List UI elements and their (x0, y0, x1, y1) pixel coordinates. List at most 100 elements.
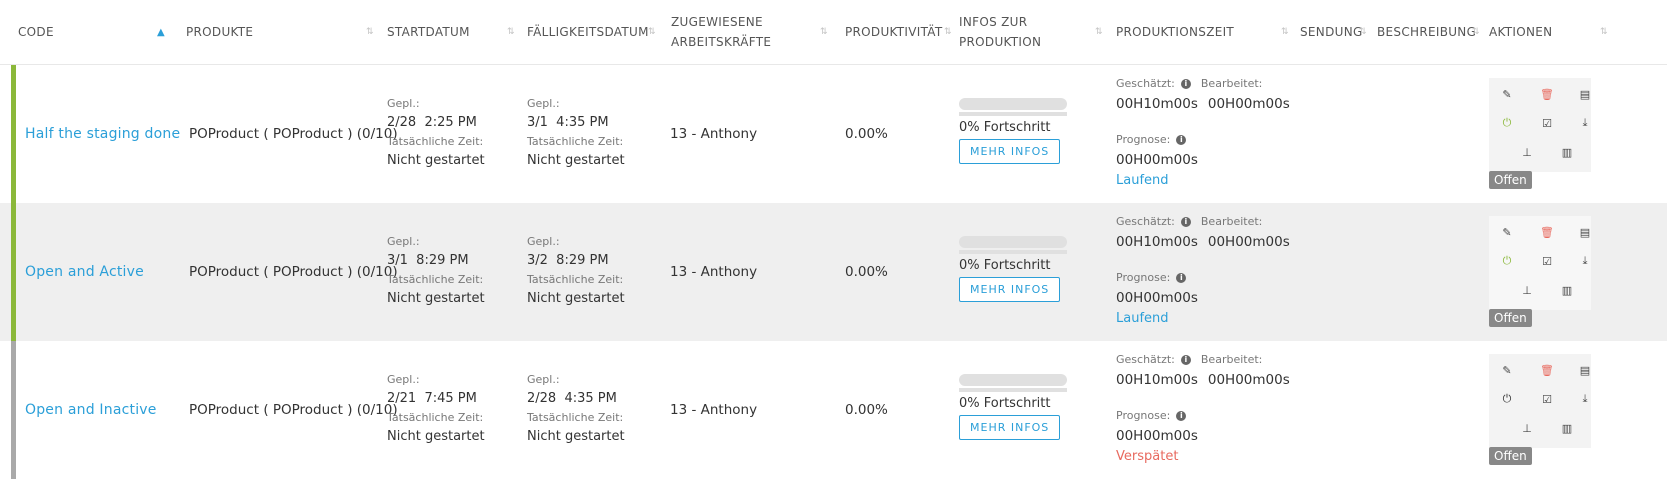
start-actual-value: Nicht gestartet (387, 429, 485, 444)
more-info-button[interactable]: MEHR INFOS (959, 277, 1061, 302)
estimated-value: 00H10m00s (1116, 234, 1198, 250)
edit-icon[interactable]: ✎ (1499, 224, 1515, 240)
header-prodtime[interactable]: PRODUKTIONSZEIT (1116, 0, 1234, 64)
status-stripe (11, 341, 16, 479)
sort-icon[interactable]: ⇅ (1359, 0, 1367, 64)
info-icon[interactable]: i (1176, 135, 1187, 145)
actual-label: Tatsächliche Zeit: (387, 411, 484, 424)
info-icon[interactable]: i (1176, 411, 1187, 421)
status-badge: Offen (1489, 447, 1532, 465)
header-description[interactable]: BESCHREIBUNG (1377, 0, 1476, 64)
more-info-button[interactable]: MEHR INFOS (959, 139, 1061, 164)
delete-icon[interactable]: 🗑 (1539, 224, 1555, 240)
sort-icon[interactable]: ⇅ (1600, 0, 1608, 64)
download-icon[interactable]: ⤓ (1577, 115, 1593, 131)
worked-label-wrap: Bearbeitet: (1201, 351, 1262, 369)
start-date-cell: Gepl.: 2/21 7:45 PM Tatsächliche Zeit: N… (387, 371, 485, 447)
power-icon[interactable]: ⏻ (1499, 115, 1515, 131)
document-icon[interactable]: ▤ (1577, 224, 1593, 240)
sort-icon[interactable]: ⇅ (648, 0, 656, 64)
table-row[interactable]: Half the staging done POProduct ( POProd… (0, 65, 1667, 203)
sort-icon[interactable]: ⇅ (1281, 0, 1289, 64)
info-icon[interactable]: i (1180, 355, 1191, 365)
planned-label: Gepl.: (527, 373, 560, 386)
header-due-label: FÄLLIGKEITSDATUM (527, 25, 649, 39)
header-info-label: INFOS ZUR PRODUKTION (959, 15, 1042, 49)
due-planned-value: 3/2 8:29 PM (527, 253, 609, 268)
status-stripe (11, 203, 16, 341)
table-header: CODE ▲ PRODUKTE ⇅ STARTDATUM ⇅ FÄLLIGKEI… (0, 0, 1667, 65)
estimated-label: Geschätzt: (1116, 215, 1175, 228)
status-text: Verspätet (1116, 449, 1179, 464)
estimated-value: 00H10m00s (1116, 96, 1198, 112)
order-code-link[interactable]: Half the staging done (25, 65, 180, 203)
header-productivity[interactable]: PRODUKTIVITÄT (845, 0, 943, 64)
sort-icon[interactable]: ⇅ (820, 0, 828, 64)
header-info[interactable]: INFOS ZUR PRODUKTION (959, 0, 1041, 64)
header-due[interactable]: FÄLLIGKEITSDATUM (527, 0, 649, 64)
due-date-cell: Gepl.: 3/2 8:29 PM Tatsächliche Zeit: Ni… (527, 233, 625, 309)
check-icon[interactable]: ☑ (1539, 253, 1555, 269)
edit-icon[interactable]: ✎ (1499, 362, 1515, 378)
due-planned-value: 2/28 4:35 PM (527, 391, 617, 406)
table-row[interactable]: Open and Active POProduct ( POProduct ) … (0, 203, 1667, 341)
product-cell: POProduct ( POProduct ) (0/10) (189, 264, 398, 280)
header-workers[interactable]: ZUGEWIESENE ARBEITSKRÄFTE (671, 0, 771, 64)
header-prodtime-label: PRODUKTIONSZEIT (1116, 25, 1235, 39)
due-actual-value: Nicht gestartet (527, 153, 625, 168)
header-products[interactable]: PRODUKTE (186, 0, 253, 64)
header-shipment[interactable]: SENDUNG (1300, 0, 1363, 64)
sort-icon[interactable]: ⇅ (1472, 0, 1480, 64)
actual-label: Tatsächliche Zeit: (527, 411, 624, 424)
hierarchy-icon[interactable]: ⊥ (1519, 420, 1535, 436)
progress-bar (959, 98, 1067, 110)
production-orders-table: CODE ▲ PRODUKTE ⇅ STARTDATUM ⇅ FÄLLIGKEI… (0, 0, 1667, 479)
actual-label: Tatsächliche Zeit: (527, 135, 624, 148)
check-icon[interactable]: ☑ (1539, 115, 1555, 131)
download-icon[interactable]: ⤓ (1577, 391, 1593, 407)
power-icon[interactable]: ⏻ (1499, 253, 1515, 269)
document-icon[interactable]: ▤ (1577, 86, 1593, 102)
barcode-icon[interactable]: ▥ (1559, 144, 1575, 160)
header-workers-label: ZUGEWIESENE ARBEITSKRÄFTE (671, 15, 772, 49)
delete-icon[interactable]: 🗑 (1539, 86, 1555, 102)
due-date-cell: Gepl.: 2/28 4:35 PM Tatsächliche Zeit: N… (527, 371, 625, 447)
estimated-value: 00H10m00s (1116, 372, 1198, 388)
order-code-link[interactable]: Open and Inactive (25, 341, 157, 479)
productivity-value: 0.00% (845, 264, 888, 280)
check-icon[interactable]: ☑ (1539, 391, 1555, 407)
worked-value: 00H00m00s (1207, 96, 1290, 112)
edit-icon[interactable]: ✎ (1499, 86, 1515, 102)
sort-asc-icon[interactable]: ▲ (157, 0, 165, 64)
sort-icon[interactable]: ⇅ (507, 0, 515, 64)
info-icon[interactable]: i (1180, 79, 1191, 89)
production-time-cell: Geschätzt: i Bearbeitet: 00H10m00s 00H00m… (1116, 213, 1316, 329)
document-icon[interactable]: ▤ (1577, 362, 1593, 378)
worked-label: Bearbeitet: (1200, 215, 1263, 228)
estimate-values: 00H10m00s 00H00m00s (1116, 93, 1316, 115)
delete-icon[interactable]: 🗑 (1539, 362, 1555, 378)
estimate-labels: Geschätzt: i Bearbeitet: (1116, 351, 1316, 369)
sort-icon[interactable]: ⇅ (1095, 0, 1103, 64)
table-row[interactable]: Open and Inactive POProduct ( POProduct … (0, 341, 1667, 479)
sort-icon[interactable]: ⇅ (366, 0, 374, 64)
progress-text: 0% Fortschritt (959, 258, 1051, 273)
order-code-link[interactable]: Open and Active (25, 203, 144, 341)
hierarchy-icon[interactable]: ⊥ (1519, 282, 1535, 298)
estimate-values: 00H10m00s 00H00m00s (1116, 231, 1316, 253)
more-info-button[interactable]: MEHR INFOS (959, 415, 1061, 440)
barcode-icon[interactable]: ▥ (1559, 420, 1575, 436)
forecast-value: 00H00m00s (1116, 290, 1198, 306)
header-code[interactable]: CODE (18, 0, 54, 64)
download-icon[interactable]: ⤓ (1577, 253, 1593, 269)
sort-icon[interactable]: ⇅ (944, 0, 952, 64)
barcode-icon[interactable]: ▥ (1559, 282, 1575, 298)
assigned-worker: 13 - Anthony (670, 264, 758, 280)
progress-track (959, 250, 1067, 254)
power-icon[interactable]: ⏻ (1499, 391, 1515, 407)
header-start[interactable]: STARTDATUM (387, 0, 470, 64)
hierarchy-icon[interactable]: ⊥ (1519, 144, 1535, 160)
info-icon[interactable]: i (1180, 217, 1191, 227)
info-icon[interactable]: i (1176, 273, 1187, 283)
